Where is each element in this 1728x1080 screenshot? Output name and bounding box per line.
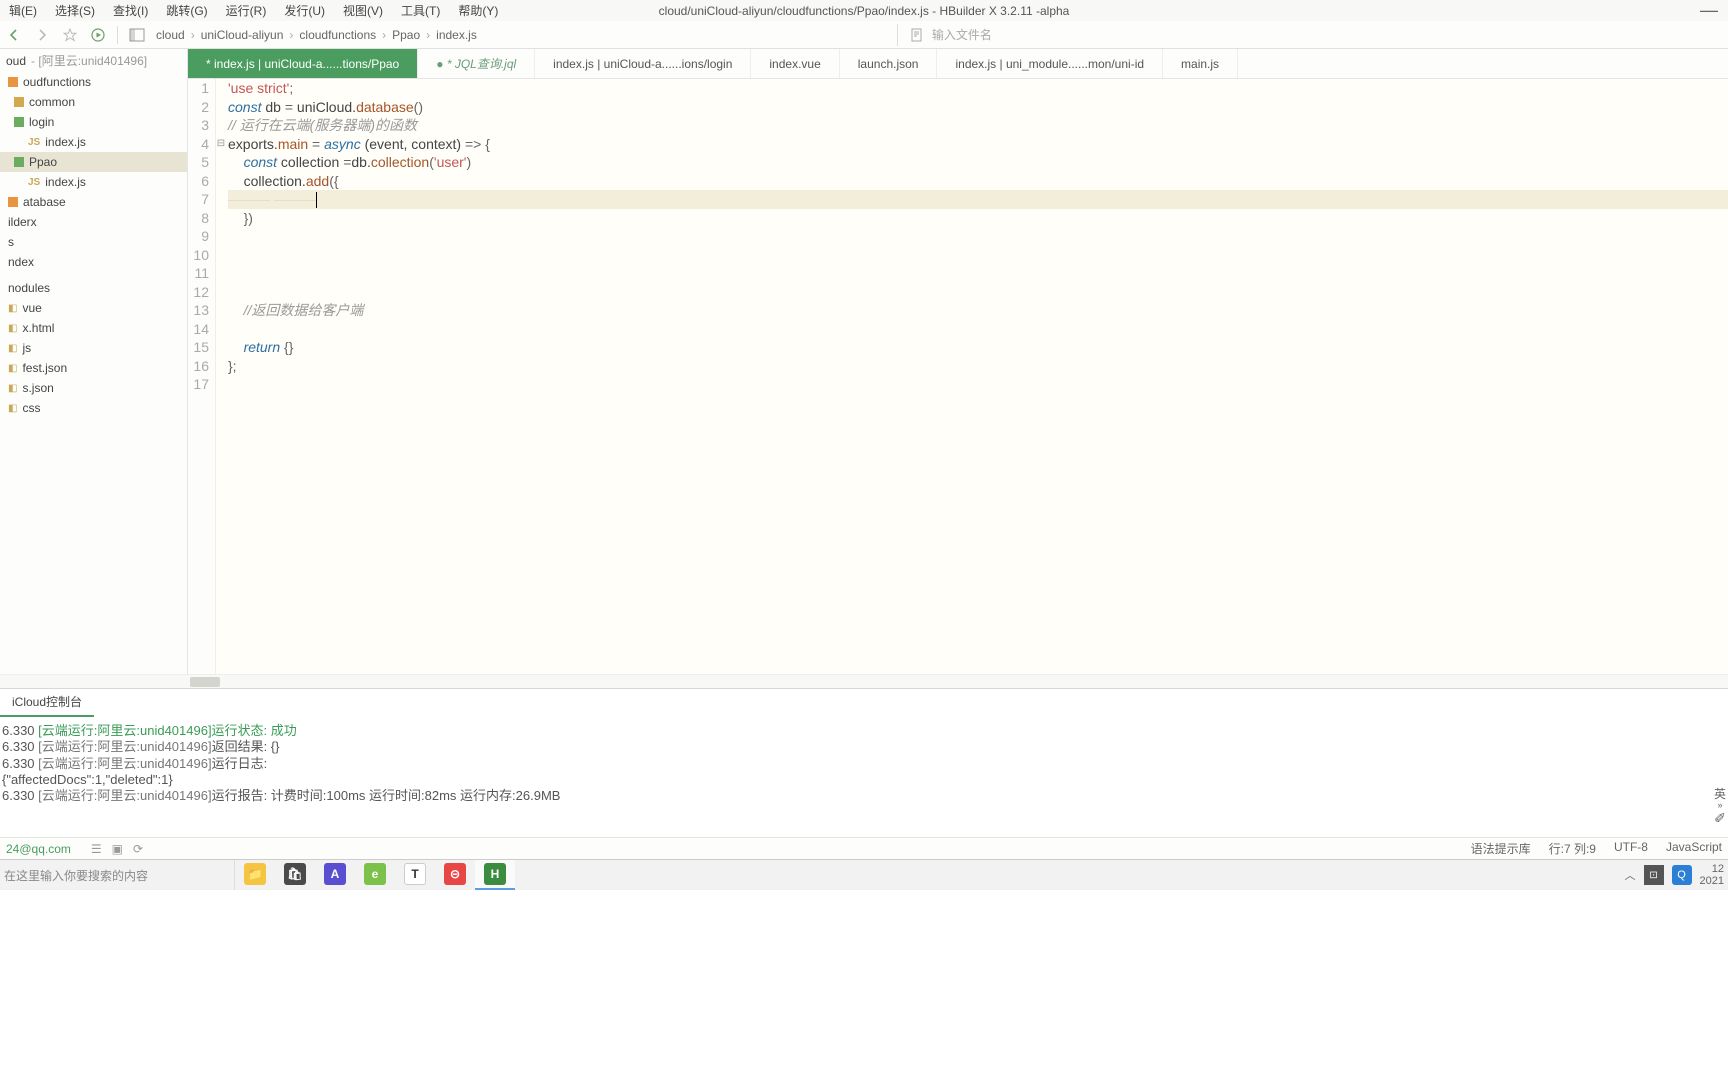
tray-chevron-icon[interactable]: ︿ [1625,867,1636,883]
star-icon[interactable] [61,26,79,44]
app-explorer[interactable]: 📁 [235,860,275,890]
tab-uniid[interactable]: index.js | uni_module......mon/uni-id [937,49,1163,78]
sidebar: oud - [阿里云:unid401496] oudfunctionscommo… [0,49,188,674]
app-text[interactable]: T [395,860,435,890]
title-bar: 辑(E) 选择(S) 查找(I) 跳转(G) 运行(R) 发行(U) 视图(V)… [0,0,1728,21]
tree-item[interactable]: ◧s.json [0,378,187,398]
editor-pane: * index.js | uniCloud-a......tions/Ppao … [188,49,1728,674]
tab-active[interactable]: * index.js | uniCloud-a......tions/Ppao [188,49,418,78]
crumb-cloud[interactable]: cloud [156,28,185,42]
status-position[interactable]: 行:7 列:9 [1549,840,1596,857]
menu-publish[interactable]: 发行(U) [275,0,334,22]
tree-item[interactable]: ndex [0,252,187,272]
explorer-icon[interactable] [128,26,146,44]
file-search-placeholder: 输入文件名 [932,26,992,43]
toolbar: cloud› uniCloud-aliyun› cloudfunctions› … [0,21,1728,49]
sync-icon[interactable]: ⟳ [133,842,143,856]
app-store[interactable]: 🛍 [275,860,315,890]
tray-app1-icon[interactable]: ⊡ [1644,865,1664,885]
editor-tabs: * index.js | uniCloud-a......tions/Ppao … [188,49,1728,79]
tree-item[interactable]: ◧css [0,398,187,418]
tab-jql[interactable]: ● * JQL查询.jql [418,49,535,78]
code-area[interactable]: 'use strict'; const db = uniCloud.databa… [226,79,1728,674]
tab-indexvue[interactable]: index.vue [751,49,839,78]
horizontal-scrollbar[interactable] [0,674,1728,688]
window-title: cloud/uniCloud-aliyun/cloudfunctions/Ppa… [659,4,1070,18]
breadcrumbs: cloud› uniCloud-aliyun› cloudfunctions› … [156,28,477,42]
tab-main[interactable]: main.js [1163,49,1238,78]
menu-goto[interactable]: 跳转(G) [157,0,216,22]
tree-item[interactable]: common [0,92,187,112]
minimize-icon[interactable]: — [1700,0,1718,21]
menu-select[interactable]: 选择(S) [46,0,104,22]
app-purple[interactable]: A [315,860,355,890]
menu-tools[interactable]: 工具(T) [392,0,449,22]
tree-item[interactable]: ◧x.html [0,318,187,338]
crumb-unicloud[interactable]: uniCloud-aliyun [201,28,284,42]
tree-item[interactable]: ◧fest.json [0,358,187,378]
ime-indicator[interactable]: 英 » ✐ [1714,788,1726,826]
tray-app2-icon[interactable]: Q [1672,865,1692,885]
taskbar-search[interactable]: 在这里输入你要搜索的内容 [0,860,235,890]
console-panel: iCloud控制台 6.330 [云端运行:阿里云:unid401496]运行状… [0,688,1728,837]
list-icon[interactable]: ☰ [91,842,102,856]
tree-item[interactable]: oudfunctions [0,72,187,92]
system-tray: ︿ ⊡ Q 12 2021 [1625,860,1728,890]
tree-item[interactable]: ilderx [0,212,187,232]
status-icons: ☰ ▣ ⟳ [91,842,143,856]
taskbar-apps: 📁 🛍 A e T ⊝ H [235,860,515,890]
play-icon[interactable] [89,26,107,44]
main-area: oud - [阿里云:unid401496] oudfunctionscommo… [0,49,1728,674]
tray-time[interactable]: 12 2021 [1700,863,1724,887]
file-search-icon [908,26,926,44]
terminal-icon[interactable]: ▣ [112,842,123,856]
forward-icon[interactable] [33,26,51,44]
app-hbuilder[interactable]: H [475,860,515,890]
crumb-cloudfunctions[interactable]: cloudfunctions [299,28,376,42]
tree-item[interactable]: JSindex.js [0,172,187,192]
fold-column: ⊟ [216,79,226,674]
tree-item[interactable]: JSindex.js [0,132,187,152]
status-email[interactable]: 24@qq.com [6,842,71,856]
tree-item[interactable]: s [0,232,187,252]
tree-item[interactable]: login [0,112,187,132]
status-bar: 24@qq.com ☰ ▣ ⟳ 语法提示库 行:7 列:9 UTF-8 Java… [0,837,1728,859]
tab-launch[interactable]: launch.json [840,49,938,78]
menu-bar: 辑(E) 选择(S) 查找(I) 跳转(G) 运行(R) 发行(U) 视图(V)… [0,0,507,22]
crumb-index[interactable]: index.js [436,28,477,42]
tab-login[interactable]: index.js | uniCloud-a......ions/login [535,49,751,78]
line-gutter: 1234567891011121314151617 [188,79,216,674]
tree-item[interactable]: ◧js [0,338,187,358]
windows-taskbar: 在这里输入你要搜索的内容 📁 🛍 A e T ⊝ H ︿ ⊡ Q 12 2021 [0,859,1728,890]
file-search[interactable]: 输入文件名 [897,24,992,46]
tree-item[interactable]: nodules [0,278,187,298]
tree-item[interactable]: atabase [0,192,187,212]
console-output[interactable]: 6.330 [云端运行:阿里云:unid401496]运行状态: 成功6.330… [0,717,1728,837]
code-editor[interactable]: 1234567891011121314151617 ⊟ 'use strict'… [188,79,1728,674]
menu-help[interactable]: 帮助(Y) [449,0,507,22]
tree-item[interactable]: Ppao [0,152,187,172]
status-syntax[interactable]: 语法提示库 [1471,840,1531,857]
status-encoding[interactable]: UTF-8 [1614,840,1648,857]
menu-run[interactable]: 运行(R) [217,0,276,22]
console-tab-icloud[interactable]: iCloud控制台 [0,688,94,717]
menu-edit[interactable]: 辑(E) [0,0,46,22]
status-language[interactable]: JavaScript [1666,840,1722,857]
tree-item[interactable]: ◧vue [0,298,187,318]
crumb-ppao[interactable]: Ppao [392,28,420,42]
app-edge[interactable]: e [355,860,395,890]
back-icon[interactable] [5,26,23,44]
menu-view[interactable]: 视图(V) [334,0,392,22]
app-red[interactable]: ⊝ [435,860,475,890]
tree-root[interactable]: oud - [阿里云:unid401496] [0,49,187,72]
menu-find[interactable]: 查找(I) [104,0,157,22]
